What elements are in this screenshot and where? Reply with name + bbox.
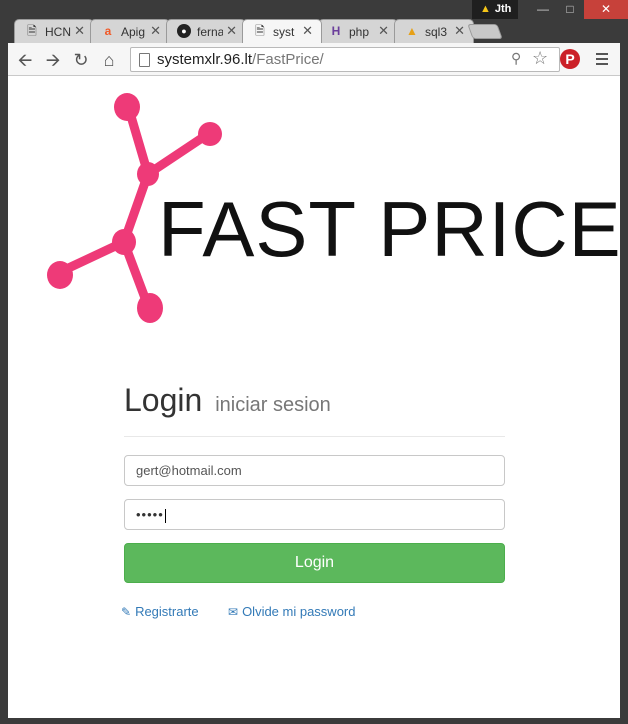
close-tab-icon[interactable]: ✕ [454, 23, 465, 39]
github-icon: ● [177, 24, 191, 38]
forgot-password-link[interactable]: ✉ Olvide mi password [228, 604, 356, 619]
page-icon: 🗎 [27, 24, 37, 38]
tab-php[interactable]: H php ✕ [318, 19, 398, 43]
close-tab-icon[interactable]: ✕ [378, 23, 389, 39]
maximize-button[interactable]: □ [556, 0, 584, 19]
tab-systemxlr[interactable]: 🗎 syst ✕ [242, 19, 322, 43]
password-input[interactable]: ••••• [124, 499, 505, 530]
url-host: systemxlr.96.lt [157, 51, 253, 68]
tab-hcn[interactable]: 🗎 HCN ✕ [14, 19, 94, 43]
close-tab-icon[interactable]: ✕ [226, 23, 237, 39]
warning-icon: ▲ [480, 3, 491, 15]
minimize-button[interactable]: — [530, 0, 556, 19]
bookmark-star-icon[interactable]: ☆ [532, 48, 548, 69]
envelope-icon: ✉ [228, 605, 239, 619]
close-tab-icon[interactable]: ✕ [74, 23, 85, 39]
apigee-icon: a [104, 24, 112, 38]
close-tab-icon[interactable]: ✕ [150, 23, 161, 39]
page-content: FAST PRICE Login iniciar sesion gert@hot… [8, 76, 622, 718]
tab-label: ferna [197, 25, 223, 39]
login-subtitle: iniciar sesion [215, 394, 331, 416]
url-path: /FastPrice/ [252, 51, 324, 68]
email-input[interactable]: gert@hotmail.com [124, 455, 505, 486]
text-caret [164, 508, 166, 523]
home-icon[interactable]: ⌂ [98, 49, 120, 71]
close-tab-icon[interactable]: ✕ [302, 23, 313, 39]
phpmyadmin-icon: ▲ [406, 24, 418, 38]
register-link[interactable]: ✎ Registrarte [121, 604, 199, 619]
close-window-button[interactable]: ✕ [584, 0, 628, 19]
tab-label: HCN [45, 25, 71, 39]
address-bar[interactable]: systemxlr.96.lt/FastPrice/ ⚲ ☆ [130, 47, 560, 72]
profile-badge[interactable]: ▲ Jth [472, 0, 518, 19]
forgot-password-link-label: Olvide mi password [242, 604, 356, 619]
forward-icon[interactable]: 🡪 [42, 49, 64, 71]
password-mask: ••••• [136, 507, 164, 522]
url-text[interactable]: systemxlr.96.lt/FastPrice/ [157, 51, 324, 68]
heroku-icon: H [331, 24, 341, 38]
page-info-icon[interactable] [139, 53, 150, 67]
tab-phpmyadmin[interactable]: ▲ sql3 ✕ [394, 19, 474, 43]
new-tab-button[interactable] [467, 24, 503, 39]
window-title-bar: ▲ Jth — □ ✕ 🗎 HCN ✕ a Apig ✕ ● ferna ✕ 🗎 … [0, 0, 628, 43]
page-icon: 🗎 [255, 24, 265, 38]
tab-github[interactable]: ● ferna ✕ [166, 19, 246, 43]
login-button[interactable]: Login [124, 543, 505, 583]
login-title: Login [124, 382, 203, 418]
register-link-label: Registrarte [135, 604, 199, 619]
profile-name: Jth [494, 3, 512, 15]
back-icon[interactable]: 🡨 [14, 49, 36, 71]
divider [124, 436, 505, 437]
tab-label: Apig [121, 25, 146, 39]
tab-label: php [349, 25, 370, 39]
menu-icon[interactable] [596, 53, 608, 68]
pencil-icon: ✎ [121, 605, 132, 619]
browser-toolbar: 🡨 🡪 ↻ ⌂ systemxlr.96.lt/FastPrice/ ⚲ ☆ P [8, 43, 620, 76]
login-heading: Login iniciar sesion [124, 382, 331, 419]
logo-text: FAST PRICE [158, 185, 622, 273]
pinterest-extension-icon[interactable]: P [560, 49, 580, 69]
zoom-icon[interactable]: ⚲ [511, 50, 521, 67]
reload-icon[interactable]: ↻ [70, 49, 92, 71]
tab-label: sql3 [425, 25, 448, 39]
tab-apigee[interactable]: a Apig ✕ [90, 19, 170, 43]
tab-label: syst [273, 25, 295, 39]
